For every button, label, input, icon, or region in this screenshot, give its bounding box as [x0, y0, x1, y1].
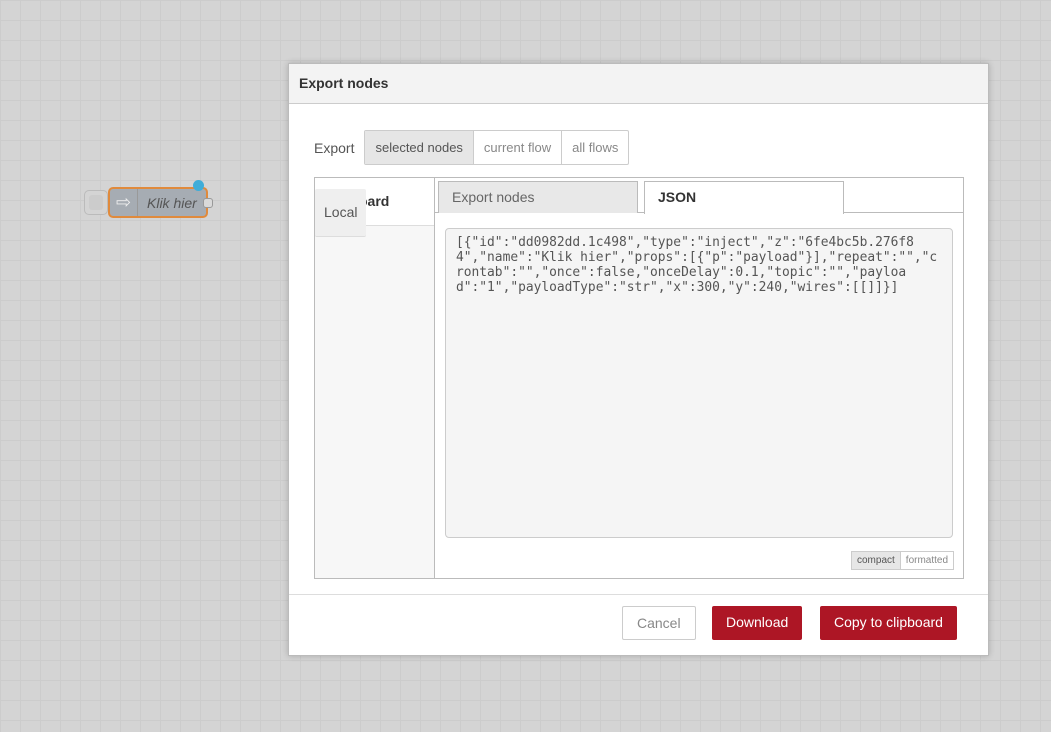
- json-textarea[interactable]: [{"id":"dd0982dd.1c498","type":"inject",…: [445, 228, 953, 538]
- arrow-right-icon: ⇨: [110, 189, 138, 216]
- side-tab-local[interactable]: Local: [315, 189, 367, 237]
- format-toggle: compact formatted: [851, 551, 955, 570]
- tab-json[interactable]: JSON: [644, 181, 844, 214]
- dialog-title: Export nodes: [289, 64, 988, 104]
- export-dialog: Export nodes Export selected nodes curre…: [288, 63, 989, 656]
- node-label: Klik hier: [147, 195, 197, 211]
- export-label: Export: [314, 139, 355, 156]
- download-button[interactable]: Download: [712, 606, 803, 640]
- inject-trigger-button[interactable]: [84, 190, 108, 215]
- export-scope-toggle: selected nodes current flow all flows: [364, 130, 630, 165]
- format-compact[interactable]: compact: [852, 552, 901, 569]
- tab-export-nodes[interactable]: Export nodes: [438, 181, 638, 213]
- changed-indicator: [193, 180, 204, 191]
- scope-current-flow[interactable]: current flow: [472, 131, 561, 164]
- format-formatted[interactable]: formatted: [901, 552, 953, 569]
- scope-all-flows[interactable]: all flows: [561, 131, 628, 164]
- copy-to-clipboard-button[interactable]: Copy to clipboard: [820, 606, 957, 640]
- scope-selected-nodes[interactable]: selected nodes: [365, 131, 473, 164]
- inject-node[interactable]: ⇨ Klik hier: [108, 187, 208, 218]
- cancel-button[interactable]: Cancel: [622, 606, 696, 640]
- output-port[interactable]: [203, 198, 213, 208]
